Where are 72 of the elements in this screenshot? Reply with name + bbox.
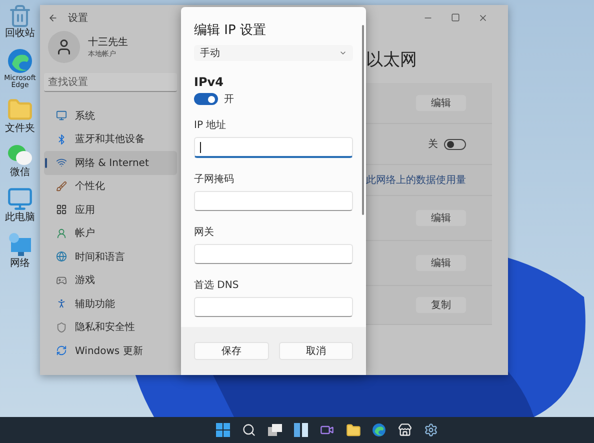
windows-logo-icon[interactable]: [216, 423, 230, 437]
toggle-switch[interactable]: [194, 93, 218, 105]
field-label: 子网掩码: [194, 173, 235, 186]
section-heading: IPv4: [194, 75, 224, 89]
desktop-icon-label[interactable]: 文件夹: [5, 124, 35, 135]
task-view-icon[interactable]: [268, 424, 282, 436]
field-label: 首选 DNS: [194, 278, 240, 292]
refresh-icon: [56, 345, 67, 356]
shield-icon: [56, 322, 67, 333]
data-usage-link[interactable]: 此网络上的数据使用量: [366, 173, 466, 187]
desktop-icon-label[interactable]: 回收站: [5, 29, 35, 40]
search-icon[interactable]: [242, 423, 256, 437]
search-field[interactable]: 查找设置: [44, 73, 177, 92]
store-icon[interactable]: [398, 423, 412, 437]
nav-item[interactable]: 隐私和安全性: [44, 316, 177, 339]
nav-item[interactable]: 游戏: [44, 268, 177, 292]
user-name: 十三先生: [88, 36, 128, 49]
dialog-button[interactable]: 保存: [194, 342, 268, 360]
swirl-icon: [7, 48, 33, 74]
page-heading: 以太网: [366, 49, 418, 71]
window-title: 设置: [68, 12, 89, 25]
back-icon[interactable]: [48, 13, 58, 23]
video-chat-icon[interactable]: [320, 423, 334, 437]
gamepad-icon: [56, 274, 67, 286]
input-field[interactable]: [194, 297, 353, 317]
bluetooth-icon: [56, 134, 67, 145]
input-field[interactable]: [194, 137, 353, 158]
brush-icon: [56, 180, 67, 192]
nav-item[interactable]: 蓝牙和其他设备: [44, 128, 177, 151]
toggle-label: 开: [224, 93, 234, 106]
edit-button[interactable]: 复制: [416, 297, 466, 313]
mode-dropdown[interactable]: 手动: [194, 45, 353, 61]
maximize-icon[interactable]: [451, 13, 460, 22]
nav-item[interactable]: 时间和语言: [44, 245, 177, 268]
scrollbar[interactable]: [362, 25, 364, 215]
dialog-button[interactable]: 取消: [278, 342, 353, 360]
toggle-switch[interactable]: [444, 138, 466, 150]
recycle-bin-icon: [8, 4, 32, 28]
field-label: 网关: [194, 226, 215, 239]
field-label: IP 地址: [194, 118, 228, 132]
edit-button[interactable]: 编辑: [416, 210, 466, 226]
network-monitor-icon: [7, 232, 33, 258]
chat-bubbles-icon: [7, 142, 33, 167]
toggle-label: 关: [428, 138, 438, 151]
grid-icon: [56, 204, 67, 216]
avatar: [48, 31, 80, 63]
nav-item[interactable]: 网络 & Internet: [44, 151, 177, 174]
nav-item[interactable]: 个性化: [44, 174, 177, 198]
close-icon[interactable]: [478, 13, 488, 23]
nav-item[interactable]: 应用: [44, 198, 177, 222]
nav-item[interactable]: 帐户: [44, 222, 177, 245]
globe-icon: [56, 251, 67, 262]
desktop-icon-label[interactable]: 此电脑: [5, 213, 35, 224]
swirl-icon[interactable]: [372, 423, 386, 437]
nav-item[interactable]: 辅助功能: [44, 292, 177, 316]
dialog-title: 编辑 IP 设置: [194, 22, 267, 39]
edit-button[interactable]: 编辑: [416, 255, 466, 271]
settings-icon[interactable]: [424, 423, 438, 437]
folder-icon[interactable]: [346, 422, 360, 438]
input-field[interactable]: [194, 191, 353, 211]
nav-item[interactable]: 系统: [44, 104, 177, 128]
nav-item[interactable]: Windows 更新: [44, 339, 177, 362]
chevron-down-icon: [339, 49, 347, 57]
widgets-icon[interactable]: [294, 423, 308, 437]
input-field[interactable]: [194, 244, 353, 264]
desktop-icon-label[interactable]: 微信: [10, 168, 30, 178]
user-icon: [56, 228, 67, 239]
monitor-icon: [7, 186, 33, 212]
edit-button[interactable]: 编辑: [416, 95, 466, 111]
desktop-icon-label[interactable]: 网络: [10, 258, 30, 270]
monitor-icon: [56, 110, 67, 122]
person-icon: [56, 298, 67, 310]
